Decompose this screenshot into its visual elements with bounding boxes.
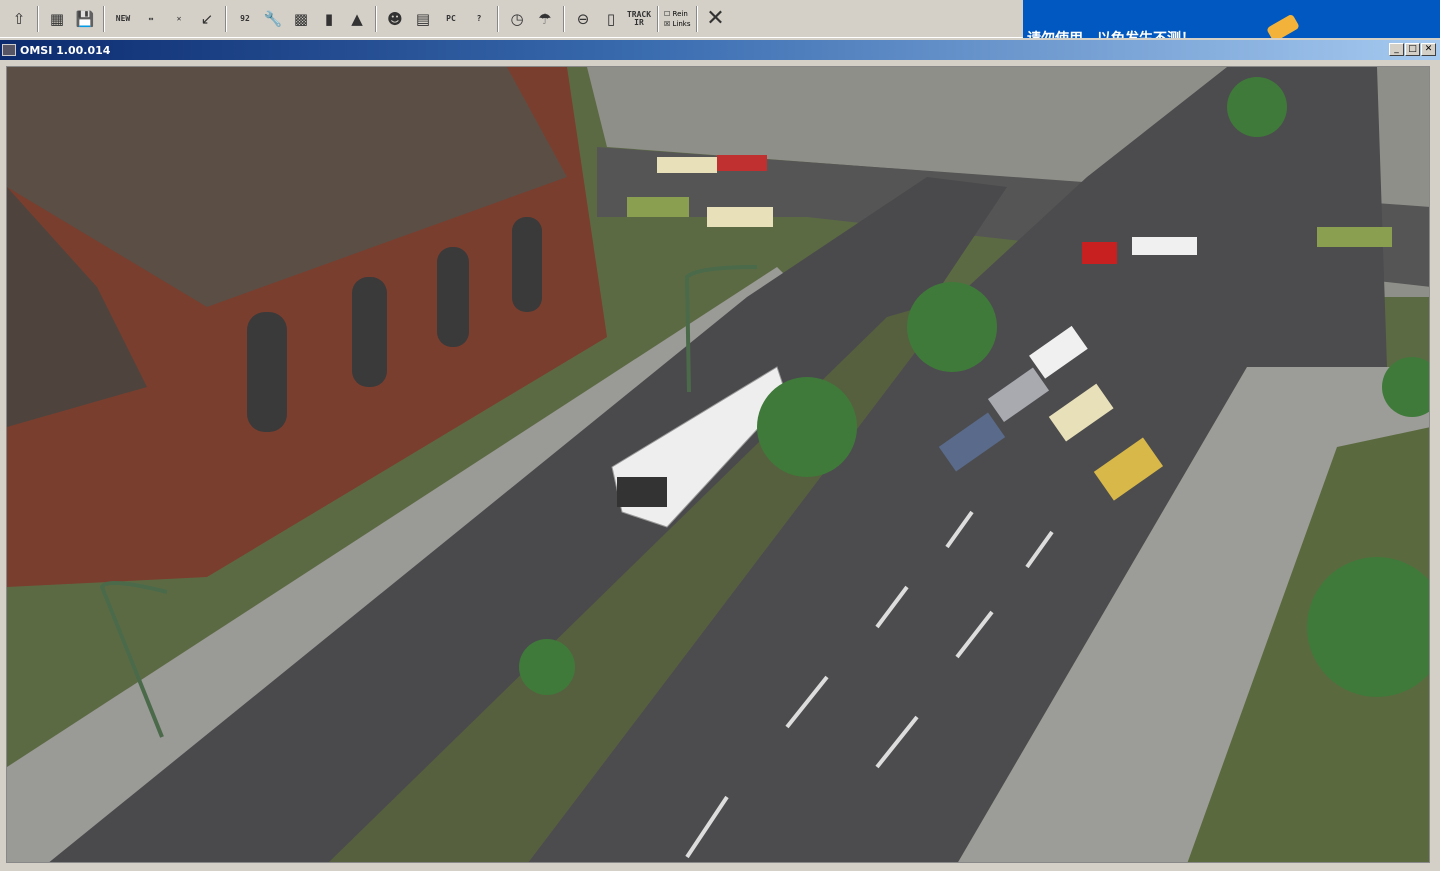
checkbox-1-label: Rein	[672, 9, 688, 18]
blue-light-button[interactable]: ▲	[344, 5, 370, 33]
toolbar-separator	[563, 5, 565, 32]
toolbar-separator	[375, 5, 377, 32]
3d-scene[interactable]	[7, 67, 1430, 863]
blue-light-icon: ▲	[351, 9, 363, 28]
checkbox-2-label: Links	[672, 19, 691, 28]
arrow-down-left-icon: ↙	[200, 9, 214, 28]
simulation-viewport[interactable]	[6, 66, 1430, 863]
save-icon: 💾	[75, 9, 95, 28]
window-title: OMSI 1.00.014	[20, 43, 111, 57]
map-button[interactable]: ▦	[44, 5, 70, 33]
new-bus-button[interactable]: NEW	[110, 5, 136, 33]
chip-button[interactable]: ▩	[288, 5, 314, 33]
minimize-button[interactable]: _	[1389, 43, 1404, 56]
new-bus-icon: NEW	[115, 13, 131, 23]
map-icon: ▦	[49, 9, 65, 28]
weather-button[interactable]: ☂	[532, 5, 558, 33]
wrench-icon: 🔧	[263, 9, 283, 28]
fuel-icon: ▮	[324, 9, 334, 28]
arrow-up-button[interactable]: ⇧	[6, 5, 32, 33]
line-number-button[interactable]: 92	[232, 5, 258, 33]
pencil-icon	[1266, 13, 1300, 38]
checkbox-2[interactable]: ☒ Links	[664, 19, 691, 29]
timetable-icon: ▤	[415, 9, 431, 28]
driver-icon: ☻	[387, 9, 403, 28]
clock-button[interactable]: ◷	[504, 5, 530, 33]
toolbar-checkboxes: ☐ Rein ☒ Links	[664, 9, 691, 29]
change-bus-button[interactable]: ↔	[138, 5, 164, 33]
steering-wheel-icon: ⊖	[576, 9, 590, 28]
trackir-button[interactable]: TRACK IR	[626, 5, 652, 33]
toolbar-separator	[225, 5, 227, 32]
arrow-up-icon: ⇧	[12, 9, 26, 28]
timetable-button[interactable]: ▤	[410, 5, 436, 33]
toolbar-separator	[497, 5, 499, 32]
window-titlebar[interactable]: OMSI 1.00.014 _ □ ✕	[0, 40, 1440, 60]
steering-wheel-button[interactable]: ⊖	[570, 5, 596, 33]
driver-button[interactable]: ☻	[382, 5, 408, 33]
desktop-background: 请勿使用，以免发生不测！	[1023, 0, 1440, 38]
mouse-button[interactable]: ▯	[598, 5, 624, 33]
help-arrow-icon: ?	[476, 13, 482, 23]
save-button[interactable]: 💾	[72, 5, 98, 33]
chip-icon: ▩	[293, 9, 309, 28]
main-toolbar: ⇧ ▦ 💾 NEW ↔ ✕ ↙ 92 🔧 ▩ ▮ ▲ ☻ ▤ PC? ◷ ☂ ⊖ ▯ TRACK IR ☐ Rein ☒ …	[0, 0, 1023, 38]
app-icon	[2, 44, 16, 56]
help-arrow-button[interactable]: ?	[466, 5, 492, 33]
fuel-button[interactable]: ▮	[316, 5, 342, 33]
remove-bus-button[interactable]: ✕	[166, 5, 192, 33]
pc-driver-swap-button[interactable]: PC	[438, 5, 464, 33]
pc-driver-swap-icon: PC	[446, 13, 456, 23]
close-button[interactable]: ✕	[1421, 43, 1436, 56]
toolbar-separator	[103, 5, 105, 32]
remove-bus-icon: ✕	[176, 13, 182, 23]
clock-icon: ◷	[510, 9, 524, 28]
maximize-button[interactable]: □	[1405, 43, 1420, 56]
checkbox-1[interactable]: ☐ Rein	[664, 9, 691, 19]
desktop-banner-text: 请勿使用，以免发生不测！	[1027, 28, 1195, 38]
exit-button[interactable]: ✕	[703, 5, 729, 33]
mouse-icon: ▯	[606, 9, 616, 28]
arrow-down-left-button[interactable]: ↙	[194, 5, 220, 33]
change-bus-icon: ↔	[148, 13, 154, 23]
line-number-icon: 92	[240, 13, 250, 23]
wrench-button[interactable]: 🔧	[260, 5, 286, 33]
weather-icon: ☂	[538, 9, 552, 28]
toolbar-separator	[37, 5, 39, 32]
trackir-icon: TRACK IR	[626, 9, 652, 27]
